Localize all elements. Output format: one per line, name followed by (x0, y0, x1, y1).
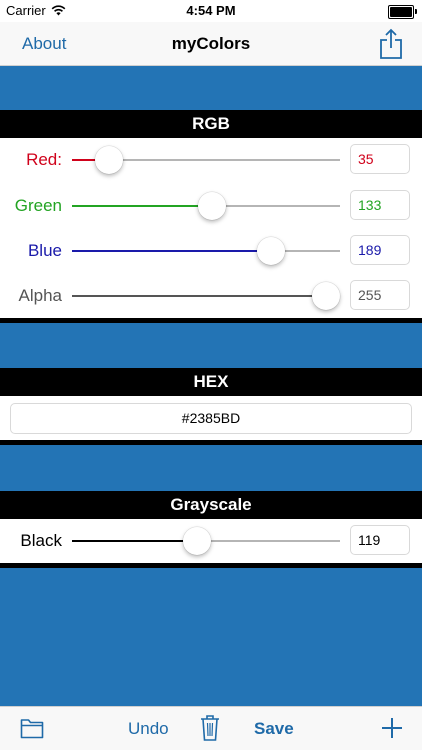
blue-value-field[interactable]: 189 (350, 235, 410, 265)
trash-icon[interactable] (200, 714, 220, 742)
alpha-slider-thumb[interactable] (312, 282, 340, 310)
red-slider-row: Red: 35 (0, 138, 422, 182)
color-preview-bottom (0, 568, 422, 706)
blue-slider-row: Blue 189 (0, 229, 422, 273)
plus-icon[interactable] (381, 717, 403, 739)
black-slider-thumb[interactable] (183, 527, 211, 555)
red-slider-thumb[interactable] (95, 146, 123, 174)
color-preview-top (0, 66, 422, 110)
green-slider-fill (72, 205, 212, 207)
color-preview-middle (0, 323, 422, 368)
black-label: Black (20, 531, 62, 550)
blue-slider-fill (72, 250, 271, 252)
rgb-section-header: RGB (0, 110, 422, 138)
black-slider-row: Black 119 (0, 519, 422, 563)
red-value-field[interactable]: 35 (350, 144, 410, 174)
navigation-bar: About myColors (0, 22, 422, 66)
green-slider-thumb[interactable] (198, 192, 226, 220)
folder-icon[interactable] (20, 717, 44, 739)
save-button[interactable]: Save (254, 719, 294, 739)
battery-icon (388, 5, 417, 19)
red-label: Red: (26, 150, 62, 169)
alpha-value-field[interactable]: 255 (350, 280, 410, 310)
bottom-toolbar: Undo Save (0, 706, 422, 750)
green-value-field[interactable]: 133 (350, 190, 410, 220)
blue-slider[interactable] (72, 237, 340, 265)
hex-section-header: HEX (0, 368, 422, 396)
alpha-slider-row: Alpha 255 (0, 274, 422, 318)
status-bar: Carrier 4:54 PM (0, 0, 422, 22)
green-slider[interactable] (72, 192, 340, 220)
red-slider[interactable] (72, 146, 340, 174)
blue-slider-thumb[interactable] (257, 237, 285, 265)
black-value-field[interactable]: 119 (350, 525, 410, 555)
alpha-slider-fill (72, 295, 326, 297)
app-screen: Carrier 4:54 PM About myColors RGB Red: (0, 0, 422, 750)
page-title: myColors (171, 34, 251, 53)
share-icon[interactable] (378, 28, 404, 60)
grayscale-section-header: Grayscale (0, 491, 422, 519)
green-label: Green (14, 196, 62, 215)
blue-label: Blue (27, 241, 62, 260)
hex-value-field[interactable]: #2385BD (10, 403, 412, 434)
green-slider-row: Green 133 (0, 184, 422, 228)
color-preview-lower (0, 445, 422, 491)
hex-row: #2385BD (0, 396, 422, 440)
undo-button[interactable]: Undo (128, 719, 169, 739)
alpha-label: Alpha (18, 286, 62, 305)
alpha-slider[interactable] (72, 282, 340, 310)
black-slider[interactable] (72, 527, 340, 555)
status-time: 4:54 PM (186, 3, 236, 18)
black-slider-fill (72, 540, 197, 542)
